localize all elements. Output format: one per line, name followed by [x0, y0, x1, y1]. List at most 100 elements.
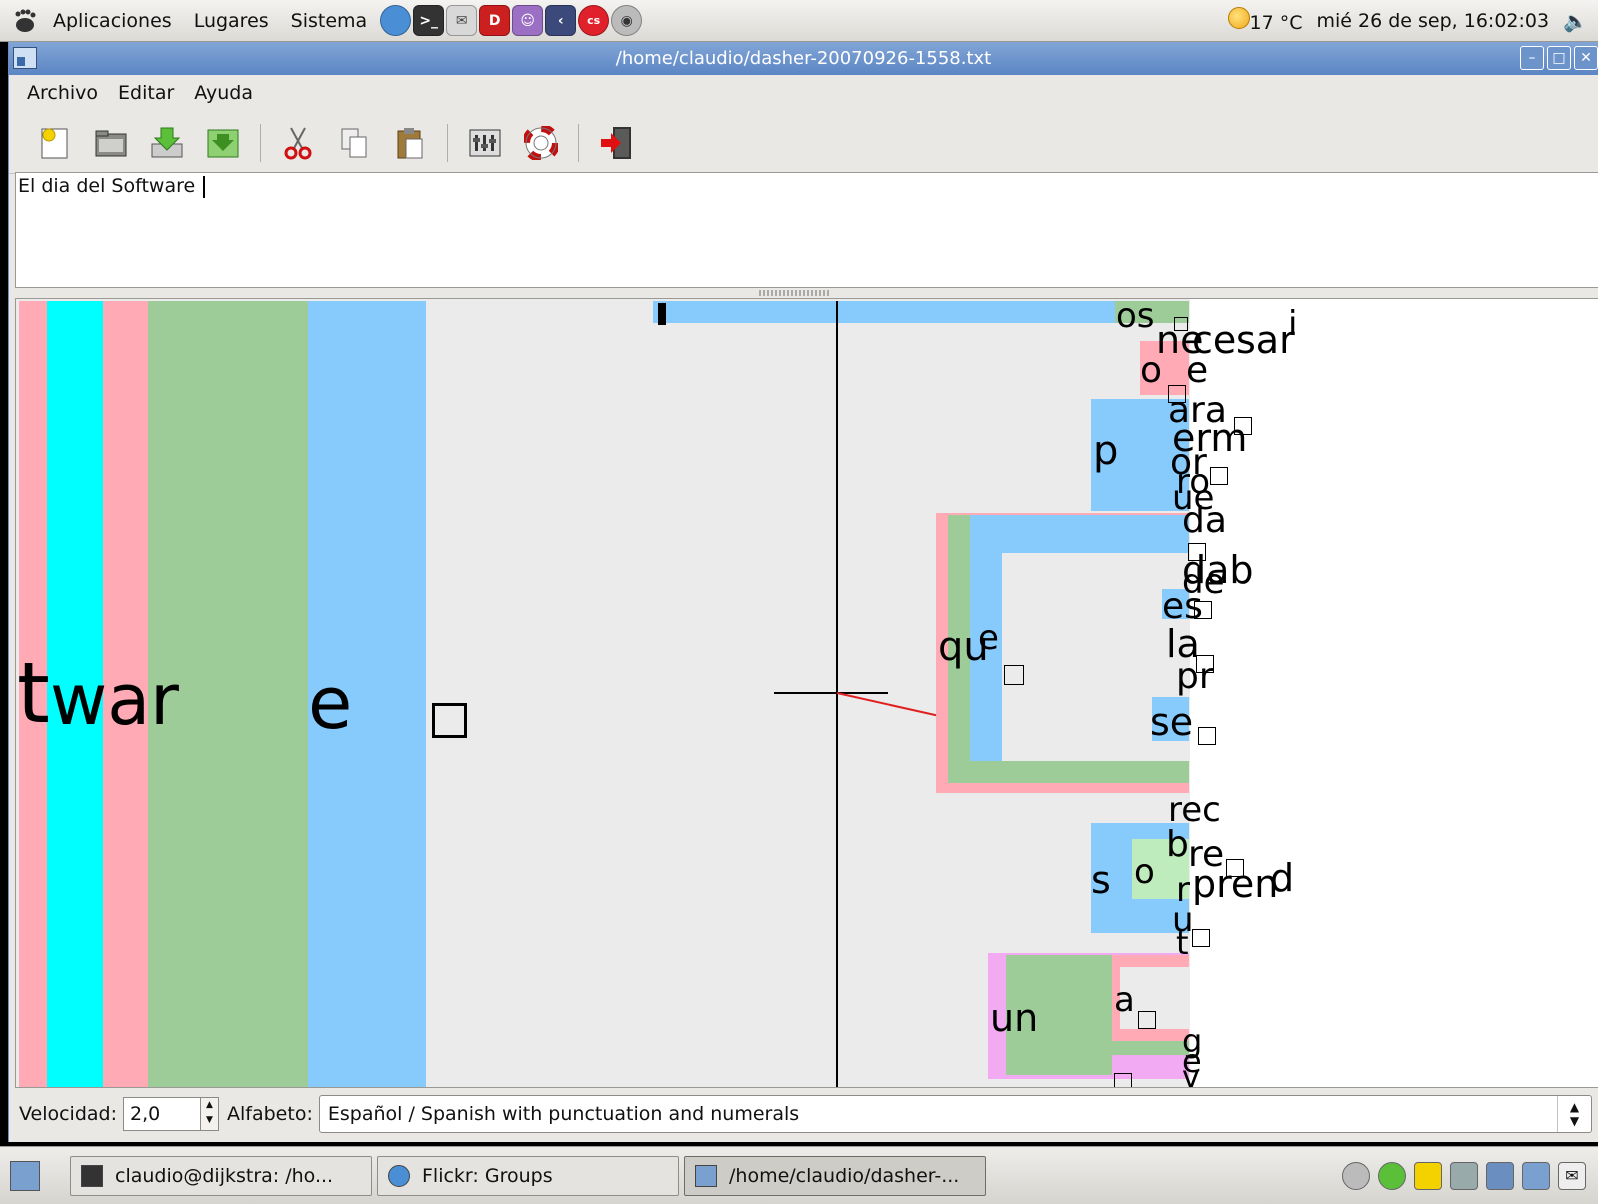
space-square — [1138, 1011, 1156, 1029]
dasher-canvas[interactable]: t war e os ne ce sar i o e p ara erm or … — [15, 298, 1598, 1088]
window-buttons: – □ ✕ — [1520, 46, 1598, 70]
menu-ayuda[interactable]: Ayuda — [184, 82, 263, 104]
pane-resize-handle[interactable] — [759, 290, 831, 296]
close-icon[interactable]: ✕ — [1574, 46, 1598, 70]
node-label: t — [1176, 924, 1189, 962]
node-block — [1112, 1041, 1189, 1055]
mail-icon[interactable]: ✉ — [446, 5, 478, 36]
big-letters-war: war — [50, 659, 179, 741]
quit-icon[interactable] — [596, 123, 636, 163]
space-square — [1188, 543, 1206, 561]
pdf-reader-icon[interactable]: D — [479, 5, 511, 36]
system-tray: ✉ — [1342, 1161, 1598, 1190]
node-label: sar — [1236, 318, 1295, 362]
space-square — [1198, 727, 1216, 745]
node-marker — [658, 303, 666, 325]
notes-icon[interactable] — [1414, 1161, 1442, 1190]
node-label: e — [1186, 350, 1209, 391]
text-caret — [203, 175, 205, 198]
chevron-updown-icon: ▲ ▼ — [1557, 1096, 1591, 1132]
browser-icon — [388, 1164, 410, 1187]
weather-applet[interactable]: 17 °C — [1227, 7, 1303, 34]
globe-icon[interactable] — [380, 5, 412, 36]
task-label: Flickr: Groups — [422, 1164, 553, 1187]
save-icon[interactable] — [147, 123, 187, 163]
window-titlebar[interactable]: /home/claudio/dasher-20070926-1558.txt –… — [9, 42, 1598, 75]
window-icon[interactable] — [13, 47, 37, 69]
lastfm-icon[interactable]: cs — [578, 5, 610, 36]
launchers: >_ ✉ D ☺ ‹ cs ◉ — [380, 5, 643, 36]
node-label: da — [1182, 500, 1227, 541]
alphabet-select[interactable]: Español / Spanish with punctuation and n… — [318, 1095, 1592, 1133]
pidgin-icon[interactable]: ☺ — [512, 5, 544, 36]
node-label: un — [990, 996, 1039, 1040]
node-label: i — [1288, 304, 1298, 344]
menu-sistema[interactable]: Sistema — [280, 10, 379, 32]
network-icon[interactable] — [1486, 1161, 1514, 1190]
terminal-icon — [81, 1164, 103, 1187]
battery-icon[interactable] — [1450, 1161, 1478, 1190]
node-label: d — [1270, 856, 1295, 900]
speed-label: Velocidad: — [19, 1103, 118, 1125]
top-panel: Aplicaciones Lugares Sistema >_ ✉ D ☺ ‹ … — [0, 0, 1598, 42]
node-label: v — [1182, 1060, 1200, 1088]
toolbar-separator — [578, 123, 579, 162]
node-label: se — [1150, 700, 1194, 744]
panel-right: 17 °C mié 26 de sep, 16:02:03 🔈 — [1227, 7, 1598, 34]
space-square — [1114, 1073, 1132, 1087]
node-label: s — [1091, 858, 1111, 902]
new-file-icon[interactable] — [35, 123, 75, 163]
menu-editar[interactable]: Editar — [108, 82, 184, 104]
preferences-icon[interactable] — [465, 123, 505, 163]
controls-row: Velocidad: 2,0 ▲ ▼ Alfabeto: Español / Sp… — [9, 1090, 1598, 1138]
task-button[interactable]: Flickr: Groups — [377, 1155, 679, 1196]
editor-text: El dia del Software — [18, 175, 202, 197]
maximize-icon[interactable]: □ — [1547, 46, 1571, 70]
menubar: Archivo Editar Ayuda — [9, 75, 1598, 111]
task-button[interactable]: claudio@dijkstra: /ho... — [70, 1155, 372, 1196]
weather-icon — [1227, 7, 1250, 29]
ekiga-icon[interactable]: ‹ — [545, 5, 577, 36]
panel-menu: Aplicaciones Lugares Sistema — [0, 0, 378, 41]
big-letter-e: e — [308, 661, 353, 745]
paste-icon[interactable] — [390, 123, 430, 163]
mail-icon[interactable]: ✉ — [1558, 1161, 1586, 1190]
node-label: o — [1134, 852, 1155, 892]
volume-icon[interactable]: 🔈 — [1563, 9, 1588, 33]
task-label: /home/claudio/dasher-... — [729, 1164, 960, 1187]
space-square — [1004, 665, 1024, 685]
gnome-foot-icon[interactable] — [8, 4, 42, 38]
cd-icon[interactable]: ◉ — [611, 5, 643, 36]
node-label: a — [1114, 980, 1135, 1020]
minimize-icon[interactable]: – — [1520, 46, 1544, 70]
space-square — [1210, 467, 1228, 485]
menu-aplicaciones[interactable]: Aplicaciones — [42, 10, 183, 32]
task-list: claudio@dijkstra: /ho... Flickr: Groups … — [70, 1155, 986, 1196]
show-desktop-icon[interactable] — [10, 1160, 40, 1191]
toolbar-separator — [260, 123, 261, 162]
task-button[interactable]: /home/claudio/dasher-... — [684, 1155, 986, 1196]
spinner-arrows[interactable]: ▲ ▼ — [200, 1098, 219, 1130]
cut-icon[interactable] — [278, 123, 318, 163]
space-square — [1168, 385, 1186, 403]
dasher-icon — [695, 1164, 717, 1187]
alphabet-label: Alfabeto: — [227, 1103, 313, 1125]
save-as-icon[interactable] — [203, 123, 243, 163]
status-icon[interactable] — [1378, 1161, 1406, 1190]
workspace-icon[interactable] — [1522, 1161, 1550, 1190]
help-icon[interactable] — [521, 123, 561, 163]
toolbar-separator — [447, 123, 448, 162]
node-block — [653, 301, 1189, 323]
space-square — [1174, 317, 1188, 331]
menu-lugares[interactable]: Lugares — [183, 10, 280, 32]
big-letter-t: t — [17, 644, 50, 742]
terminal-icon[interactable]: >_ — [413, 5, 445, 36]
open-folder-icon[interactable] — [91, 123, 131, 163]
cd-icon[interactable] — [1342, 1161, 1370, 1190]
copy-icon[interactable] — [334, 123, 374, 163]
menu-archivo[interactable]: Archivo — [17, 82, 108, 104]
clock[interactable]: mié 26 de sep, 16:02:03 — [1317, 10, 1550, 32]
text-editor[interactable]: El dia del Software — [15, 172, 1598, 288]
node-label: p — [1093, 428, 1119, 474]
speed-spinner[interactable]: 2,0 ▲ ▼ — [123, 1097, 220, 1131]
